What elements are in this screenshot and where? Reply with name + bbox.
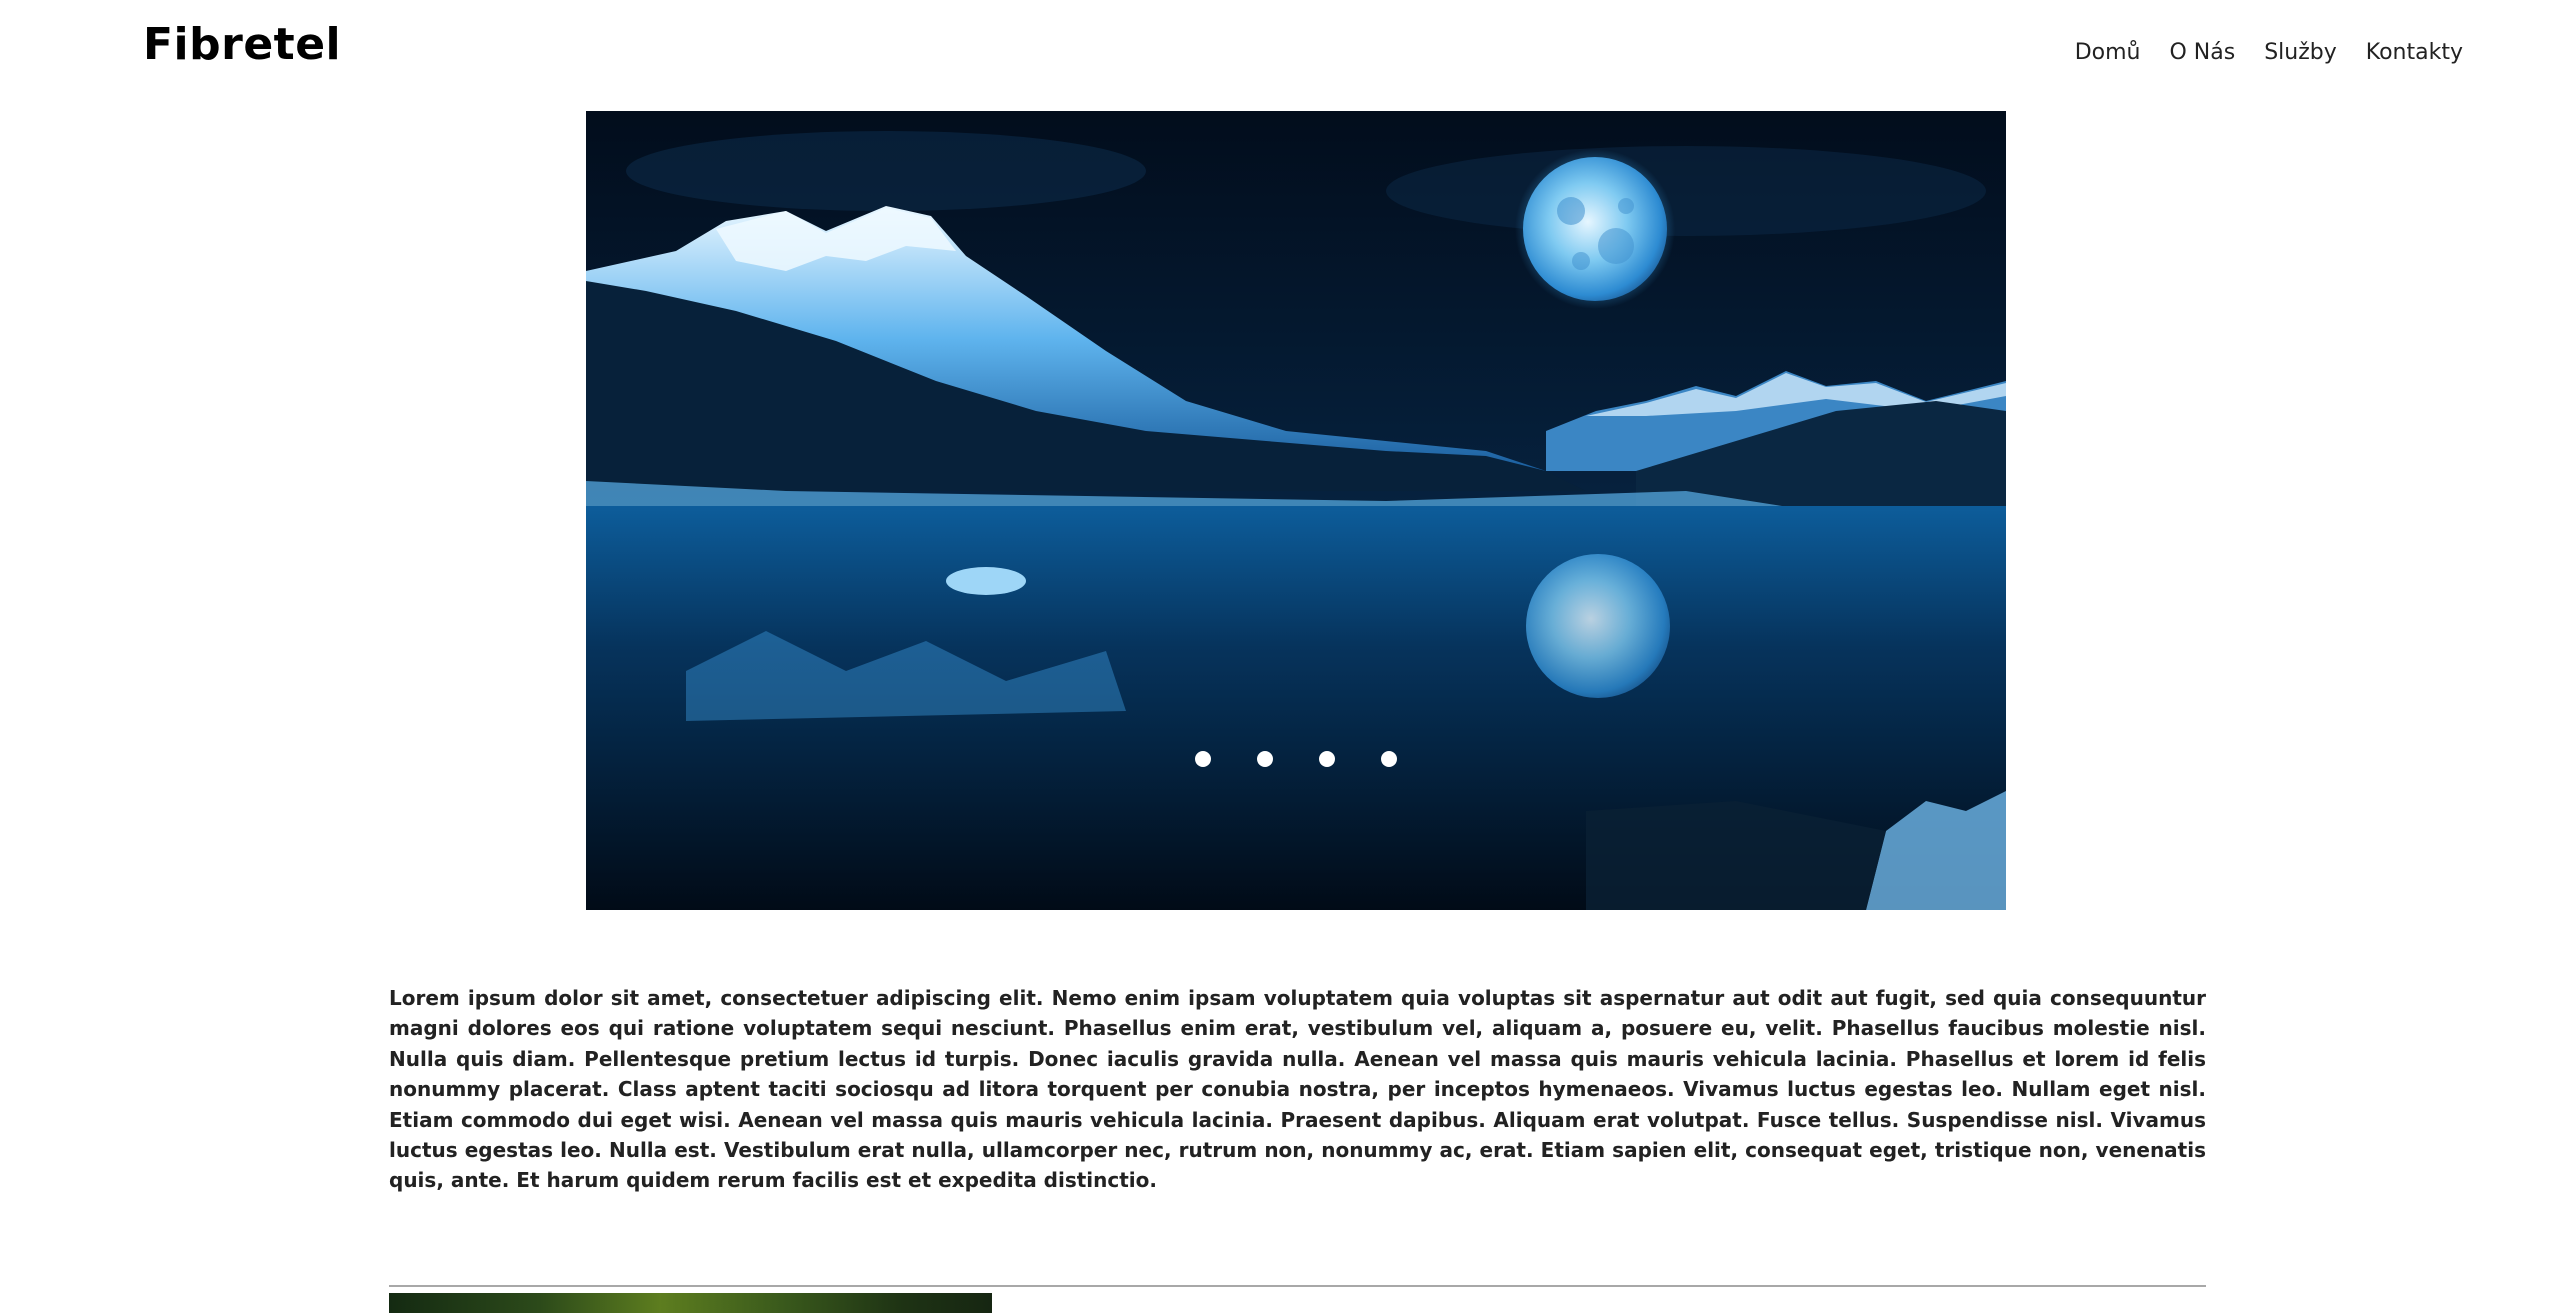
slider-image bbox=[586, 111, 2006, 910]
intro-paragraph: Lorem ipsum dolor sit amet, consectetuer… bbox=[389, 986, 2206, 1193]
slider-dot[interactable] bbox=[1381, 751, 1397, 767]
nav-item-sluzby[interactable]: Služby bbox=[2264, 36, 2337, 70]
section-divider bbox=[389, 1285, 2206, 1287]
gallery-image-thumbnail[interactable] bbox=[389, 1293, 992, 1313]
nav-item-o-nas[interactable]: O Nás bbox=[2169, 36, 2235, 70]
slider-dot[interactable] bbox=[1195, 751, 1211, 767]
nav-item-domu[interactable]: Domů bbox=[2075, 36, 2141, 70]
site-logo[interactable]: Fibretel bbox=[143, 14, 341, 76]
image-slider[interactable] bbox=[586, 111, 2006, 910]
slider-dot[interactable] bbox=[1257, 751, 1273, 767]
slider-dot[interactable] bbox=[1319, 751, 1335, 767]
nav-item-kontakty[interactable]: Kontakty bbox=[2366, 36, 2463, 70]
site-header: Fibretel Domů O Nás Služby Kontakty bbox=[0, 0, 2560, 100]
main-nav: Domů O Nás Služby Kontakty bbox=[2075, 36, 2463, 70]
slider-dots bbox=[586, 751, 2006, 767]
